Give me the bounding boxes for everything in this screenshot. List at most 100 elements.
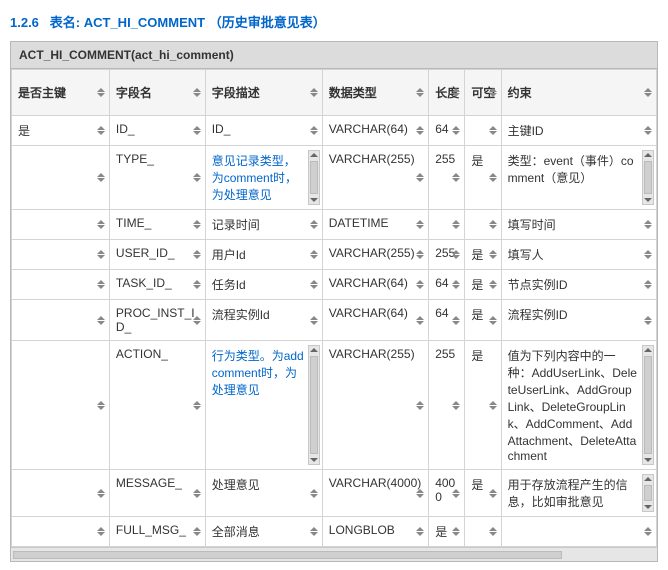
sort-icon[interactable] [452,313,460,327]
sort-icon[interactable] [416,313,424,327]
table-cell [12,517,110,547]
sort-icon[interactable] [416,398,424,412]
table-cell: 是 [465,146,501,210]
sort-icon[interactable] [644,248,652,262]
sort-icon[interactable] [644,313,652,327]
sort-icon[interactable] [97,398,105,412]
sort-icon[interactable] [193,278,201,292]
sort-icon[interactable] [416,218,424,232]
sort-icon[interactable] [489,171,497,185]
column-header[interactable]: 是否主键 [12,70,110,116]
sort-icon[interactable] [452,218,460,232]
sort-icon[interactable] [416,124,424,138]
vertical-scrollbar[interactable] [308,345,320,465]
cell-text: TIME_ [116,216,151,230]
column-header[interactable]: 数据类型 [322,70,428,116]
sort-icon[interactable] [489,124,497,138]
sort-icon[interactable] [489,248,497,262]
sort-icon[interactable] [644,218,652,232]
table-cell: 任务Id [205,270,322,300]
sort-icon[interactable] [416,171,424,185]
cell-text: 255 [435,152,455,166]
sort-icon[interactable] [416,486,424,500]
sort-icon[interactable] [97,124,105,138]
sort-icon[interactable] [193,86,201,100]
table-cell: 处理意见 [205,470,322,517]
sort-icon[interactable] [310,278,318,292]
sort-icon[interactable] [310,525,318,539]
column-header[interactable]: 可空 [465,70,501,116]
sort-icon[interactable] [193,218,201,232]
cell-text: VARCHAR(64) [329,306,408,320]
column-header[interactable]: 长度 [429,70,465,116]
sort-icon[interactable] [644,525,652,539]
table-cell [12,240,110,270]
cell-text: 流程实例Id [212,308,270,322]
sort-icon[interactable] [489,313,497,327]
vertical-scrollbar[interactable] [642,474,654,512]
sort-icon[interactable] [97,248,105,262]
cell-text: ID_ [212,122,231,136]
sort-icon[interactable] [193,398,201,412]
cell-text: 是 [471,154,483,168]
table-cell: 64 [429,270,465,300]
column-header[interactable]: 约束 [501,70,656,116]
cell-text: 填写人 [508,248,544,262]
sort-icon[interactable] [193,171,201,185]
sort-icon[interactable] [97,86,105,100]
sort-icon[interactable] [452,486,460,500]
column-header[interactable]: 字段描述 [205,70,322,116]
sort-icon[interactable] [97,525,105,539]
sort-icon[interactable] [97,218,105,232]
sort-icon[interactable] [193,248,201,262]
sort-icon[interactable] [489,398,497,412]
sort-icon[interactable] [489,486,497,500]
table-cell: TYPE_ [109,146,205,210]
sort-icon[interactable] [193,486,201,500]
sort-icon[interactable] [97,313,105,327]
sort-icon[interactable] [452,248,460,262]
sort-icon[interactable] [452,86,460,100]
sort-icon[interactable] [452,278,460,292]
sort-icon[interactable] [310,248,318,262]
vertical-scrollbar[interactable] [642,150,654,205]
sort-icon[interactable] [644,278,652,292]
sort-icon[interactable] [97,278,105,292]
horizontal-scrollbar[interactable] [11,547,657,561]
sort-icon[interactable] [310,313,318,327]
table-cell: 用户Id [205,240,322,270]
sort-icon[interactable] [310,486,318,500]
table-cell: 是 [465,240,501,270]
sort-icon[interactable] [489,525,497,539]
sort-icon[interactable] [416,525,424,539]
sort-icon[interactable] [644,124,652,138]
cell-text: 是 [471,248,483,262]
table-cell: USER_ID_ [109,240,205,270]
sort-icon[interactable] [193,525,201,539]
sort-icon[interactable] [97,171,105,185]
vertical-scrollbar[interactable] [308,150,320,205]
vertical-scrollbar[interactable] [642,345,654,465]
sort-icon[interactable] [310,218,318,232]
sort-icon[interactable] [452,525,460,539]
sort-icon[interactable] [644,86,652,100]
sort-icon[interactable] [193,313,201,327]
sort-icon[interactable] [310,124,318,138]
sort-icon[interactable] [452,124,460,138]
table-row: USER_ID_用户IdVARCHAR(255)255是填写人 [12,240,657,270]
sort-icon[interactable] [193,124,201,138]
table-cell [12,470,110,517]
column-header[interactable]: 字段名 [109,70,205,116]
sort-icon[interactable] [416,278,424,292]
sort-icon[interactable] [452,398,460,412]
table-cell: TIME_ [109,210,205,240]
sort-icon[interactable] [97,486,105,500]
sort-icon[interactable] [310,86,318,100]
sort-icon[interactable] [489,278,497,292]
sort-icon[interactable] [416,86,424,100]
sort-icon[interactable] [489,86,497,100]
sort-icon[interactable] [452,171,460,185]
table-cell [465,517,501,547]
sort-icon[interactable] [489,218,497,232]
sort-icon[interactable] [416,248,424,262]
